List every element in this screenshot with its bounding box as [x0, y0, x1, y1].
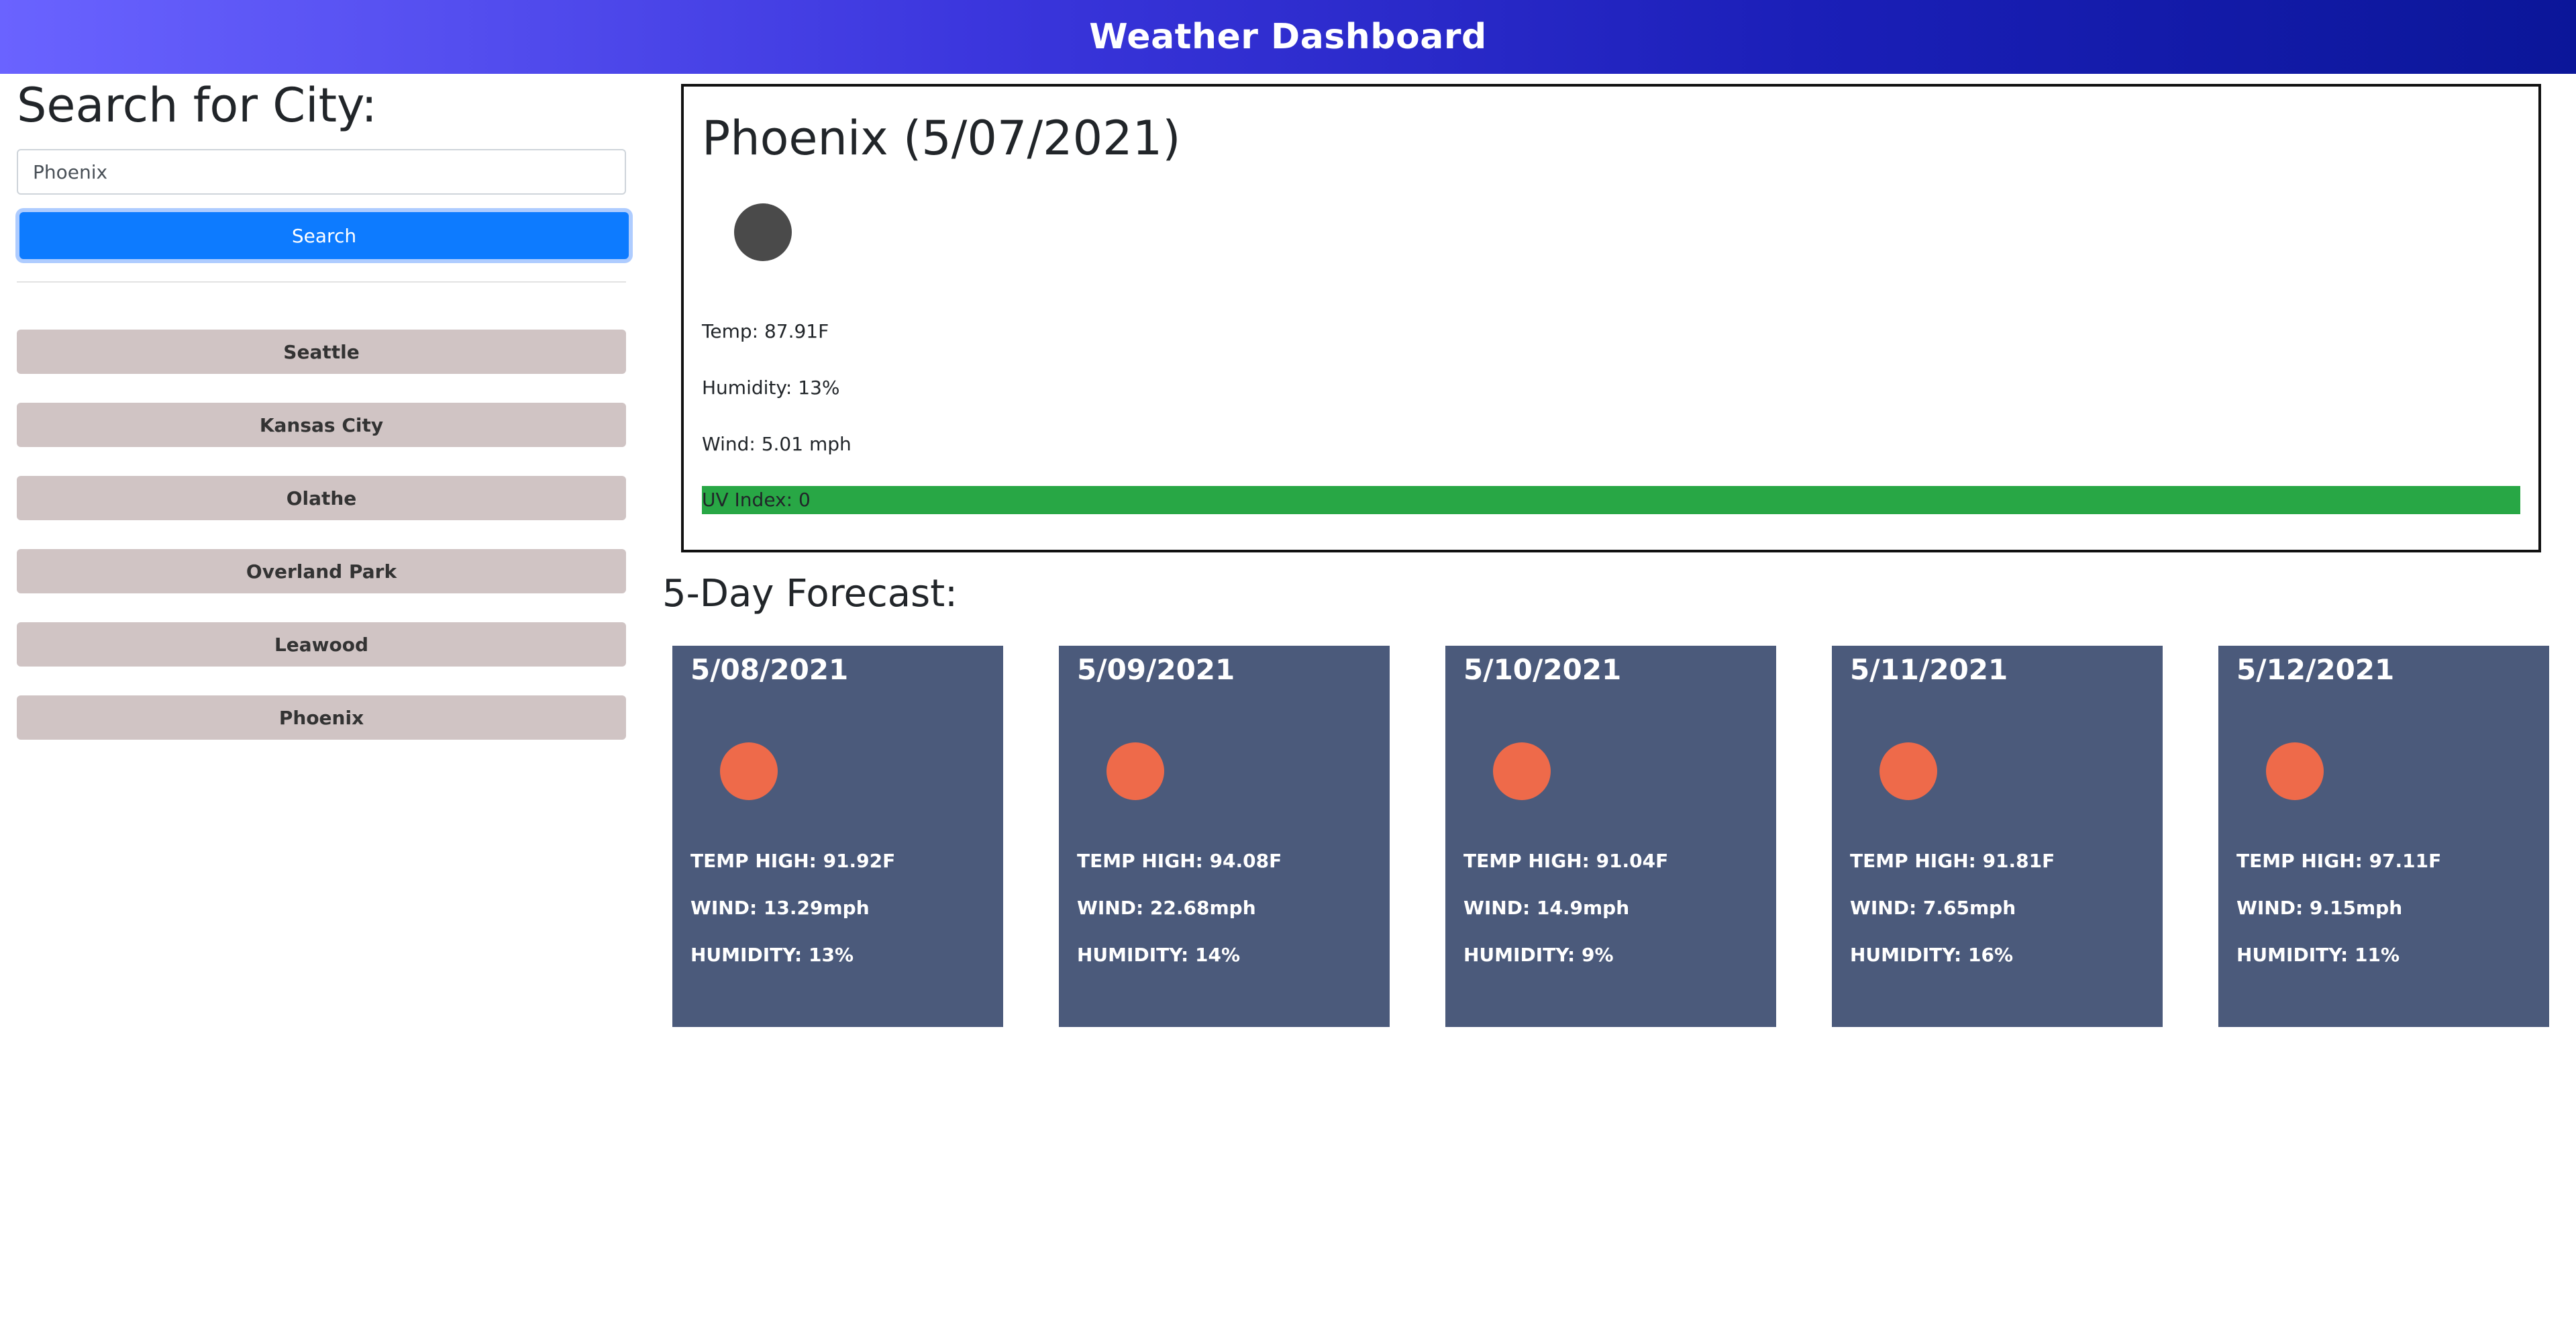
forecast-card: 5/09/2021 TEMP HIGH: 94.08F WIND: 22.68m…: [1059, 646, 1390, 1027]
current-city-date: Phoenix (5/07/2021): [702, 111, 1181, 166]
current-temp: Temp: 87.91F: [702, 320, 829, 342]
forecast-humidity: HUMIDITY: 13%: [690, 944, 854, 966]
city-search-input[interactable]: [17, 149, 626, 195]
forecast-wind: WIND: 22.68mph: [1077, 897, 1256, 919]
sun-icon: [1493, 742, 1551, 800]
divider: [17, 281, 626, 283]
forecast-card: 5/10/2021 TEMP HIGH: 91.04F WIND: 14.9mp…: [1445, 646, 1776, 1027]
forecast-humidity: HUMIDITY: 14%: [1077, 944, 1241, 966]
current-wind: Wind: 5.01 mph: [702, 433, 852, 455]
history-button-olathe[interactable]: Olathe: [17, 476, 626, 520]
forecast-date: 5/09/2021: [1077, 653, 1235, 686]
forecast-temp-high: TEMP HIGH: 91.92F: [690, 850, 896, 872]
forecast-temp-high: TEMP HIGH: 97.11F: [2236, 850, 2442, 872]
forecast-card: 5/11/2021 TEMP HIGH: 91.81F WIND: 7.65mp…: [1832, 646, 2163, 1027]
forecast-temp-high: TEMP HIGH: 91.81F: [1850, 850, 2055, 872]
forecast-card: 5/08/2021 TEMP HIGH: 91.92F WIND: 13.29m…: [672, 646, 1003, 1027]
dark-circle-weather-icon: [734, 203, 792, 261]
history-button-leawood[interactable]: Leawood: [17, 622, 626, 667]
search-button[interactable]: Search: [19, 212, 629, 259]
search-title: Search for City:: [17, 78, 377, 133]
forecast-title: 5-Day Forecast:: [662, 572, 958, 616]
forecast-wind: WIND: 9.15mph: [2236, 897, 2403, 919]
forecast-date: 5/08/2021: [690, 653, 849, 686]
header-bar: Weather Dashboard: [0, 0, 2576, 74]
sun-icon: [2266, 742, 2324, 800]
current-humidity: Humidity: 13%: [702, 377, 840, 399]
forecast-humidity: HUMIDITY: 9%: [1463, 944, 1614, 966]
forecast-wind: WIND: 13.29mph: [690, 897, 870, 919]
history-button-overland-park[interactable]: Overland Park: [17, 549, 626, 593]
forecast-card: 5/12/2021 TEMP HIGH: 97.11F WIND: 9.15mp…: [2218, 646, 2549, 1027]
forecast-temp-high: TEMP HIGH: 91.04F: [1463, 850, 1669, 872]
current-weather-panel: Phoenix (5/07/2021) Temp: 87.91F Humidit…: [681, 84, 2541, 552]
sun-icon: [720, 742, 778, 800]
search-history-list: Seattle Kansas City Olathe Overland Park…: [17, 330, 626, 769]
page-title: Weather Dashboard: [1089, 17, 1487, 57]
forecast-date: 5/12/2021: [2236, 653, 2395, 686]
forecast-wind: WIND: 14.9mph: [1463, 897, 1630, 919]
forecast-date: 5/11/2021: [1850, 653, 2008, 686]
forecast-date: 5/10/2021: [1463, 653, 1622, 686]
history-button-phoenix[interactable]: Phoenix: [17, 695, 626, 740]
uv-index-bar: UV Index: 0: [702, 486, 2520, 514]
sun-icon: [1879, 742, 1937, 800]
history-button-seattle[interactable]: Seattle: [17, 330, 626, 374]
sun-icon: [1106, 742, 1164, 800]
forecast-wind: WIND: 7.65mph: [1850, 897, 2016, 919]
forecast-humidity: HUMIDITY: 16%: [1850, 944, 2014, 966]
forecast-temp-high: TEMP HIGH: 94.08F: [1077, 850, 1282, 872]
history-button-kansas-city[interactable]: Kansas City: [17, 403, 626, 447]
forecast-humidity: HUMIDITY: 11%: [2236, 944, 2400, 966]
